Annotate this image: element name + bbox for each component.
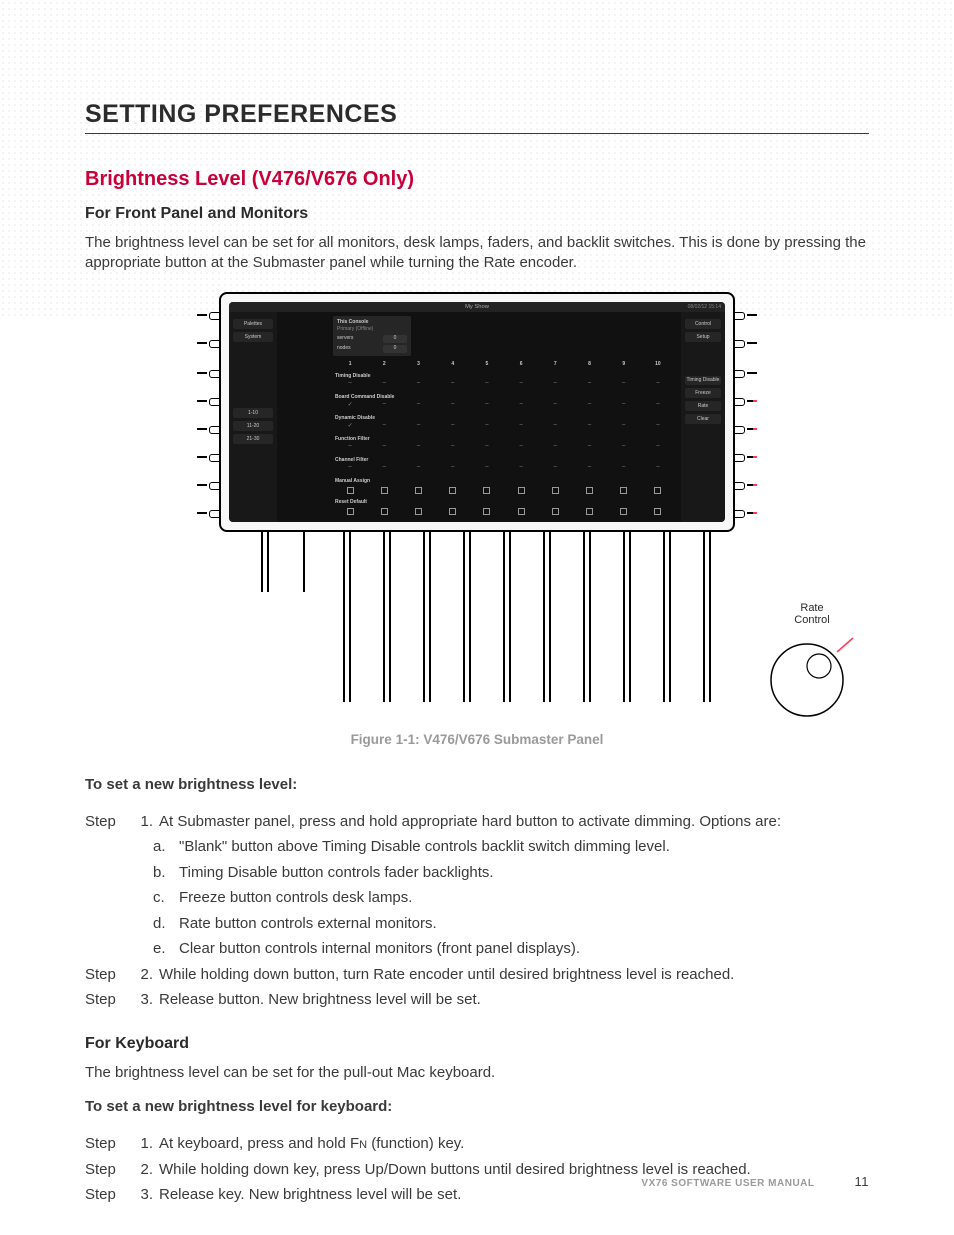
intro-paragraph-2: The brightness level can be set for the …	[85, 1063, 869, 1083]
panel-left-connector	[197, 452, 221, 462]
screen-row-label: Manual Assign	[335, 478, 675, 484]
step-row: Step2. While holding down key, press Up/…	[85, 1157, 869, 1183]
panel-left-connector	[197, 424, 221, 434]
screen-column-headers: 12345678910	[333, 361, 675, 367]
screen-right-btn: Rate	[685, 401, 721, 411]
screen-left-btn: Palettes	[233, 319, 273, 329]
procedure2-title: To set a new brightness level for keyboa…	[85, 1097, 869, 1117]
fader-sticks	[261, 532, 721, 712]
screen-right-btn: Control	[685, 319, 721, 329]
panel-right-connector	[733, 452, 757, 462]
screen-left-range: 1-10	[233, 408, 273, 418]
screen-row-label: Timing Disable	[335, 373, 675, 379]
procedure1-title: To set a new brightness level:	[85, 775, 869, 795]
panel-right-connector	[733, 338, 757, 348]
screen-left-btn: System	[233, 332, 273, 342]
page-title: SETTING PREFERENCES	[85, 100, 869, 129]
title-rule	[85, 133, 869, 134]
screen-right-btn: Freeze	[685, 388, 721, 398]
screen-right-btn: Setup	[685, 332, 721, 342]
panel-left-connector	[197, 508, 221, 518]
screen-row-label: Channel Filter	[335, 457, 675, 463]
step-row: Step2. While holding down button, turn R…	[85, 962, 869, 988]
subheading-front-panel: For Front Panel and Monitors	[85, 205, 869, 223]
panel-right-connector	[733, 396, 757, 406]
screen-row-label: Reset Default	[335, 499, 675, 505]
substep-row: e.Clear button controls internal monitor…	[85, 936, 869, 962]
panel-left-connector	[197, 338, 221, 348]
substep-row: c.Freeze button controls desk lamps.	[85, 885, 869, 911]
figure-caption: Figure 1-1: V476/V676 Submaster Panel	[197, 732, 757, 747]
substep-row: b.Timing Disable button controls fader b…	[85, 860, 869, 886]
substep-row: d.Rate button controls external monitors…	[85, 911, 869, 937]
screen-console-box: This Console Primary (Offline) servers0 …	[333, 316, 411, 356]
screen-left-range: 21-30	[233, 434, 273, 444]
rate-control-label: Rate Control	[757, 602, 867, 626]
panel-right-connector	[733, 424, 757, 434]
step-row: Step1. At Submaster panel, press and hol…	[85, 809, 869, 835]
panel-screen: My Show 08/02/12 15:14 Palettes System 1…	[229, 302, 725, 522]
step-row: Step1. At keyboard, press and hold Fn (f…	[85, 1131, 869, 1157]
rate-control-knob: Rate Control	[757, 602, 867, 720]
screen-left-range: 11-20	[233, 421, 273, 431]
step-row: Step3. Release key. New brightness level…	[85, 1182, 869, 1208]
intro-paragraph-1: The brightness level can be set for all …	[85, 233, 869, 274]
screen-right-btn: Clear	[685, 414, 721, 424]
screen-row-label: Board Command Disable	[335, 394, 675, 400]
step-row: Step3. Release button. New brightness le…	[85, 987, 869, 1013]
panel-left-connector	[197, 480, 221, 490]
substep-row: a."Blank" button above Timing Disable co…	[85, 834, 869, 860]
subheading-keyboard: For Keyboard	[85, 1035, 869, 1053]
screen-title: My Show	[465, 304, 489, 310]
screen-row-label: Dynamic Disable	[335, 415, 675, 421]
screen-right-btn: Timing Disable	[685, 376, 721, 386]
panel-right-connector	[733, 508, 757, 518]
panel-right-connector	[733, 310, 757, 320]
screen-row-label: Function Filter	[335, 436, 675, 442]
screen-datetime: 08/02/12 15:14	[688, 304, 721, 310]
panel-left-connector	[197, 368, 221, 378]
figure-submaster-panel: My Show 08/02/12 15:14 Palettes System 1…	[197, 292, 757, 747]
panel-right-connector	[733, 480, 757, 490]
panel-right-connector	[733, 368, 757, 378]
panel-left-connector	[197, 396, 221, 406]
section-heading: Brightness Level (V476/V676 Only)	[85, 168, 869, 191]
panel-left-connector	[197, 310, 221, 320]
